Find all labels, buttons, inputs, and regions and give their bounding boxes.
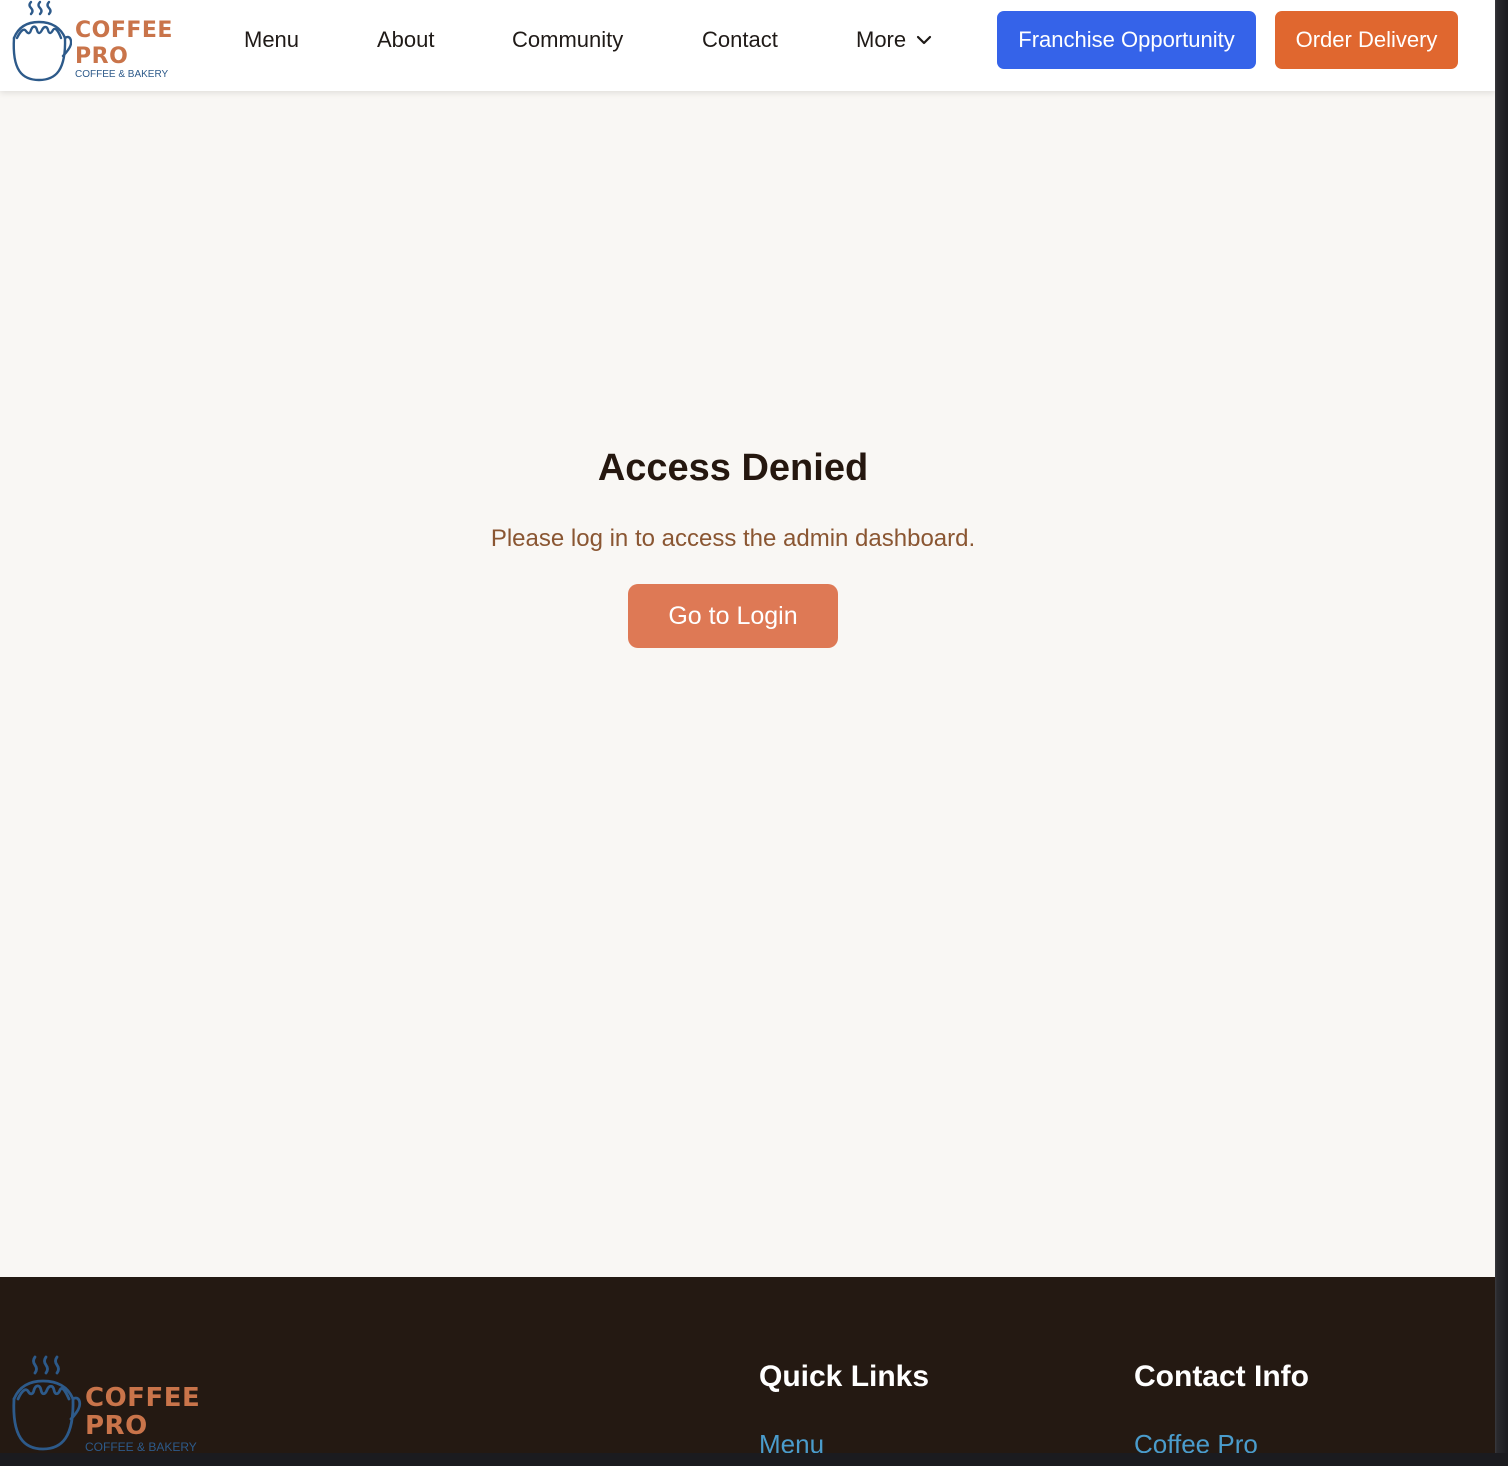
nav-more-label: More	[856, 27, 907, 52]
footer-logo-tagline: COFFEE & BAKERY	[85, 1440, 197, 1453]
nav-about[interactable]: About	[377, 24, 435, 56]
coffee-cup-logo-icon	[12, 1355, 82, 1451]
footer-quick-links-heading: Quick Links	[759, 1360, 930, 1393]
franchise-opportunity-button[interactable]: Franchise Opportunity	[997, 11, 1256, 69]
nav-contact[interactable]: Contact	[702, 24, 778, 56]
access-denied-message: Please log in to access the admin dashbo…	[490, 525, 976, 552]
nav-community[interactable]: Community	[512, 24, 623, 56]
go-to-login-button[interactable]: Go to Login	[628, 584, 838, 648]
nav-menu[interactable]: Menu	[244, 24, 299, 56]
browser-viewport: COFFEE PRO COFFEE & BAKERY Menu About Co…	[0, 0, 1495, 1453]
logo-tagline: COFFEE & BAKERY	[75, 69, 169, 80]
footer-logo[interactable]: COFFEE PRO COFFEE & BAKERY	[10, 1355, 210, 1453]
footer-contact-business-name[interactable]: Coffee Pro	[1134, 1428, 1258, 1453]
site-footer: COFFEE PRO COFFEE & BAKERY Quick Links M…	[0, 1277, 1495, 1453]
chevron-down-icon	[917, 35, 932, 45]
page-title: Access Denied	[597, 447, 869, 489]
window-edge-bottom	[0, 1453, 1508, 1466]
logo-word-coffee: COFFEE	[75, 18, 173, 43]
site-header: COFFEE PRO COFFEE & BAKERY Menu About Co…	[0, 0, 1495, 91]
footer-link-menu[interactable]: Menu	[759, 1428, 824, 1453]
footer-logo-word-pro: PRO	[85, 1411, 148, 1441]
window-edge-right	[1495, 0, 1508, 1466]
order-delivery-button[interactable]: Order Delivery	[1275, 11, 1458, 69]
footer-logo-word-coffee: COFFEE	[85, 1383, 201, 1413]
site-logo[interactable]: COFFEE PRO COFFEE & BAKERY	[10, 0, 173, 84]
logo-word-pro: PRO	[75, 44, 129, 69]
coffee-cup-logo-icon	[12, 0, 72, 82]
footer-contact-info-heading: Contact Info	[1134, 1360, 1309, 1393]
nav-more-dropdown[interactable]: More	[856, 24, 932, 56]
